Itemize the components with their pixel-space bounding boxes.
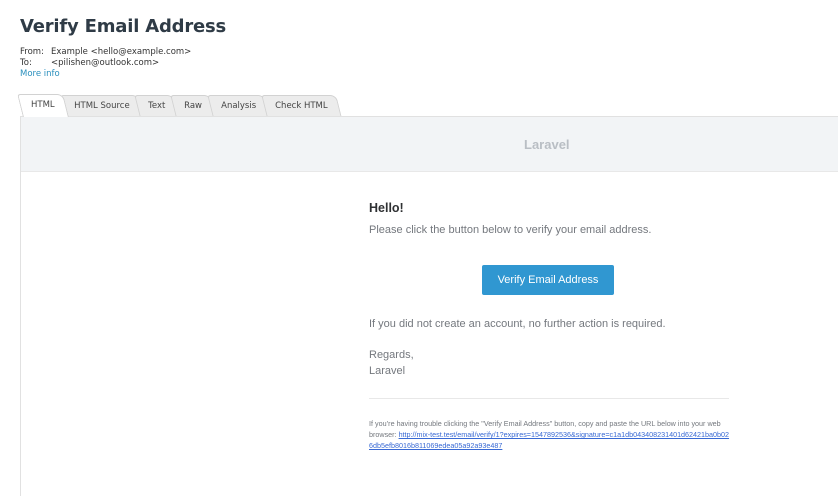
footer-divider: [369, 398, 729, 399]
tab-analysis-label: Analysis: [221, 101, 257, 111]
to-value: <pilishen@outlook.com>: [51, 58, 160, 68]
tab-check-html-label: Check HTML: [275, 101, 328, 111]
tab-html-source-label: HTML Source: [73, 101, 130, 111]
verify-url-link[interactable]: http://mix-test.test/email/verify/1?expi…: [369, 430, 729, 450]
email-preview-frame: Laravel Hello! Please click the button b…: [20, 116, 838, 496]
view-tabs: HTML HTML Source Text Raw Analysis Check…: [17, 94, 342, 117]
verify-email-button[interactable]: Verify Email Address: [482, 265, 614, 295]
email-header-band: Laravel: [21, 117, 838, 172]
tab-html-label: HTML: [31, 100, 55, 110]
message-header: Verify Email Address From: Example <hello…: [20, 16, 226, 80]
email-intro-text: Please click the button below to verify …: [369, 224, 652, 236]
to-label: To:: [20, 58, 32, 68]
from-label: From:: [20, 47, 44, 57]
email-outro-text: If you did not create an account, no fur…: [369, 318, 666, 330]
tab-analysis[interactable]: Analysis: [207, 95, 271, 117]
signature-text: Laravel: [369, 365, 406, 377]
email-brand[interactable]: Laravel: [524, 137, 570, 152]
from-value: Example <hello@example.com>: [51, 47, 192, 57]
email-subcopy: If you’re having trouble clicking the "V…: [369, 418, 731, 451]
more-info-link[interactable]: More info: [20, 69, 226, 80]
tab-check-html[interactable]: Check HTML: [261, 95, 342, 117]
message-subject: Verify Email Address: [20, 16, 227, 37]
message-meta: From: Example <hello@example.com> To: <pil…: [20, 47, 226, 80]
regards-text: Regards,: [369, 349, 414, 361]
from-row: From: Example <hello@example.com>: [20, 47, 226, 58]
email-body: Hello! Please click the button below to …: [369, 201, 729, 450]
email-signoff: Regards, Laravel: [369, 347, 414, 379]
email-greeting: Hello!: [369, 201, 404, 215]
tab-text-label: Text: [148, 101, 166, 111]
to-row: To: <pilishen@outlook.com>: [20, 58, 226, 69]
tab-html-source[interactable]: HTML Source: [59, 95, 143, 117]
tab-html[interactable]: HTML: [17, 94, 69, 117]
tab-raw-label: Raw: [184, 101, 203, 111]
